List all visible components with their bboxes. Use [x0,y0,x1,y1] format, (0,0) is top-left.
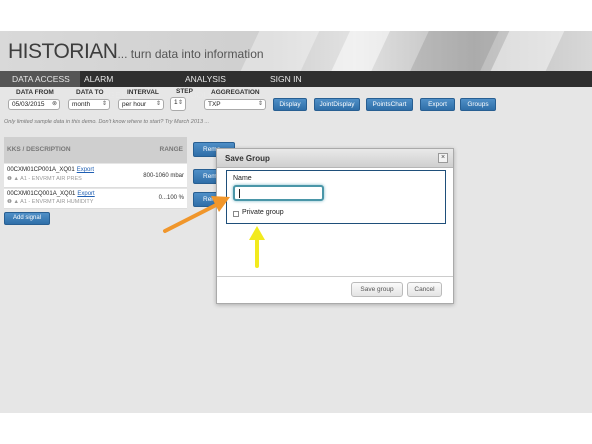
brand-tagline: ... turn data into information [117,47,264,61]
app-header: HISTORIAN... turn data into information [0,31,592,71]
signal-tag-name: 00CXM01CQ001A_XQ01 [7,191,76,197]
column-range: RANGE [159,146,183,153]
signal-tag: 00CXM01CQ001A_XQ01 Export [7,191,95,197]
select-arrows-icon: ⇕ [257,101,263,107]
aggregation-label: AGGREGATION [211,89,260,96]
select-arrows-icon: ⇕ [155,101,161,107]
signal-description: ❶ ▲ A1 - ENVRMT AIR HUMIDITY [7,199,93,205]
interval-value: per hour [122,101,147,108]
signal-tag: 00CXM01CP001A_XQ01 Export [7,167,94,173]
signal-tag-name: 00CXM01CP001A_XQ01 [7,167,75,173]
brand-name: HISTORIAN [8,40,118,63]
dialog-header: Save Group × [217,149,453,168]
nav-sign-in[interactable]: SIGN IN [270,71,310,87]
signal-desc-text: A1 - ENVRMT AIR PRES [20,176,82,182]
table-row: 00CXM01CP001A_XQ01 Export ❶ ▲ A1 - ENVRMT… [4,164,187,188]
step-stepper[interactable]: 1 ⇕ [170,97,186,111]
cancel-button[interactable]: Cancel [407,282,442,297]
groups-button[interactable]: Groups [460,98,496,111]
aggregation-value: TXP [208,101,221,108]
export-link[interactable]: Export [77,191,94,197]
signal-description: ❶ ▲ A1 - ENVRMT AIR PRES [7,176,82,182]
signals-table-header: KKS / DESCRIPTION RANGE [4,137,187,163]
dialog-title: Save Group [225,154,270,163]
step-label: STEP [176,88,193,95]
export-link[interactable]: Export [77,167,94,173]
private-group-label[interactable]: Private group [242,209,284,216]
save-group-dialog: Save Group × Name Private group Save gro… [216,148,454,304]
data-from-label: DATA FROM [16,89,54,96]
private-group-checkbox[interactable] [233,211,239,217]
data-from-input[interactable]: 05/03/2015 ⊗ [8,99,60,110]
name-label: Name [233,175,252,182]
add-signal-button[interactable]: Add signal [4,212,50,225]
data-to-value: month [72,101,91,108]
clear-icon[interactable]: ⊗ [52,100,57,109]
dialog-divider [217,276,453,277]
text-cursor [239,189,240,198]
info-icon[interactable]: ❶ [7,199,12,205]
signal-desc-text: A1 - ENVRMT AIR HUMIDITY [20,199,94,205]
export-button[interactable]: Export [420,98,455,111]
stepper-arrows-icon[interactable]: ⇕ [178,99,183,108]
hint-text: Only limited sample data in this demo. D… [4,119,210,125]
joint-display-button[interactable]: JointDisplay [314,98,360,111]
display-button[interactable]: Display [273,98,307,111]
signal-range: 0...100 % [158,195,184,201]
warning-icon: ▲ [13,199,19,205]
nav-analysis-tools[interactable]: ANALYSIS TOOLS [185,71,255,100]
points-chart-button[interactable]: PointsChart [366,98,413,111]
group-name-input[interactable] [233,185,324,201]
main-nav: DATA ACCESS ALARM MANAGEMENT ANALYSIS TO… [0,71,592,100]
nav-data-access[interactable]: DATA ACCESS [0,71,80,87]
select-arrows-icon: ⇕ [101,101,107,107]
aggregation-select[interactable]: TXP ⇕ [204,99,266,110]
column-kks: KKS / DESCRIPTION [7,146,71,153]
name-panel: Name Private group [226,170,446,224]
data-to-select[interactable]: month ⇕ [68,99,110,110]
interval-select[interactable]: per hour ⇕ [118,99,164,110]
save-group-button[interactable]: Save group [351,282,403,297]
info-icon[interactable]: ❶ [7,176,12,182]
brand-logo: HISTORIAN... turn data into information [8,40,264,64]
interval-label: INTERVAL [127,89,159,96]
data-to-label: DATA TO [76,89,104,96]
data-from-value: 05/03/2015 [12,101,45,108]
app-window: HISTORIAN... turn data into information … [0,31,592,413]
table-row: 00CXM01CQ001A_XQ01 Export ❶ ▲ A1 - ENVRMT… [4,189,187,209]
close-icon[interactable]: × [438,153,448,163]
nav-alarm-management[interactable]: ALARM MANAGEMENT [84,71,174,100]
signal-range: 800-1060 mbar [143,173,184,179]
warning-icon: ▲ [13,176,19,182]
